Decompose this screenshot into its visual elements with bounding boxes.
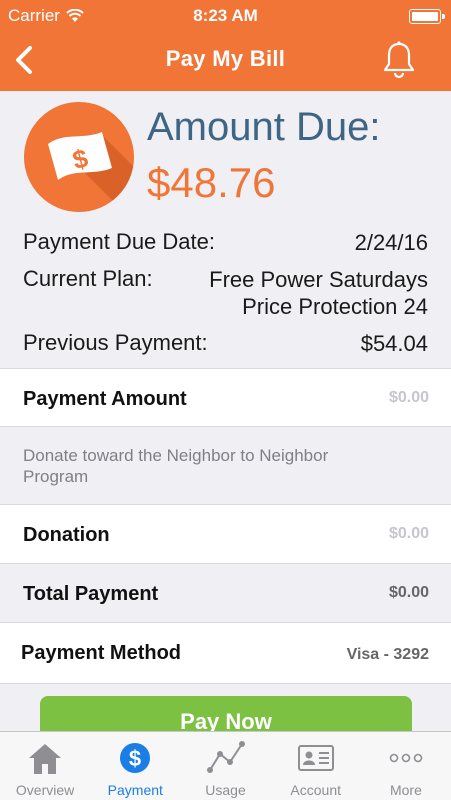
payment-amount-label: Payment Amount	[23, 388, 187, 410]
total-payment-label: Total Payment	[23, 583, 159, 605]
tab-overview[interactable]: Overview	[0, 732, 90, 800]
tab-more[interactable]: More	[361, 732, 451, 800]
tab-account[interactable]: Account	[271, 732, 361, 800]
donate-note-row: Donate toward the Neighbor to Neighbor P…	[0, 426, 451, 504]
tab-label: Overview	[15, 782, 75, 798]
tab-label: Usage	[205, 782, 246, 798]
status-time: 8:23 AM	[193, 6, 258, 25]
donate-note: Donate toward the Neighbor to Neighbor P…	[23, 446, 329, 486]
payment-amount-row[interactable]: Payment Amount $0.00	[0, 368, 451, 426]
due-date-label: Payment Due Date:	[23, 229, 215, 254]
bill-logo-icon: $	[24, 102, 134, 212]
tab-label: Account	[290, 782, 341, 798]
due-date-value: 2/24/16	[354, 230, 428, 255]
payment-amount-input[interactable]: $0.00	[389, 389, 429, 407]
graph-icon	[206, 741, 245, 773]
more-icon	[389, 753, 423, 763]
bill-summary: $ Amount Due: $48.76 Payment Due Date: 2…	[0, 91, 451, 368]
payment-method-row[interactable]: Payment Method Visa - 3292	[0, 622, 451, 684]
plan-line-2: Price Protection 24	[242, 294, 428, 319]
bell-icon[interactable]	[381, 40, 417, 80]
previous-payment-value: $54.04	[360, 331, 428, 356]
status-bar: Carrier 8:23 AM	[0, 0, 451, 32]
previous-payment-label: Previous Payment:	[23, 330, 208, 355]
tab-usage[interactable]: Usage	[180, 732, 270, 800]
top-bar: Carrier 8:23 AM Pay My Bill	[0, 0, 451, 91]
home-icon	[29, 744, 62, 774]
battery-icon	[409, 9, 445, 24]
donation-input[interactable]: $0.00	[389, 525, 429, 543]
current-plan-value: Free Power Saturdays Price Protection 24	[209, 266, 428, 320]
dollar-icon: $	[120, 743, 151, 773]
id-card-icon	[297, 745, 334, 771]
amount-due-label: Amount Due:	[147, 105, 381, 149]
total-payment-row: Total Payment $0.00	[0, 563, 451, 622]
payment-method-label: Payment Method	[21, 642, 182, 664]
tab-label: More	[389, 782, 422, 798]
donation-row[interactable]: Donation $0.00	[0, 504, 451, 563]
tab-payment[interactable]: $ Payment	[90, 732, 180, 800]
total-payment-value: $0.00	[388, 584, 429, 601]
current-plan-label: Current Plan:	[23, 266, 153, 291]
amount-due-value: $48.76	[147, 159, 276, 206]
tab-label: Payment	[107, 782, 163, 798]
svg-text:$: $	[129, 746, 141, 771]
payment-method-value[interactable]: Visa - 3292	[347, 646, 429, 664]
tab-bar: Overview $ Payment Usage Account More	[0, 731, 451, 800]
donation-label: Donation	[23, 524, 110, 546]
navigation-bar: Pay My Bill	[0, 32, 451, 91]
plan-line-1: Free Power Saturdays	[209, 267, 428, 292]
